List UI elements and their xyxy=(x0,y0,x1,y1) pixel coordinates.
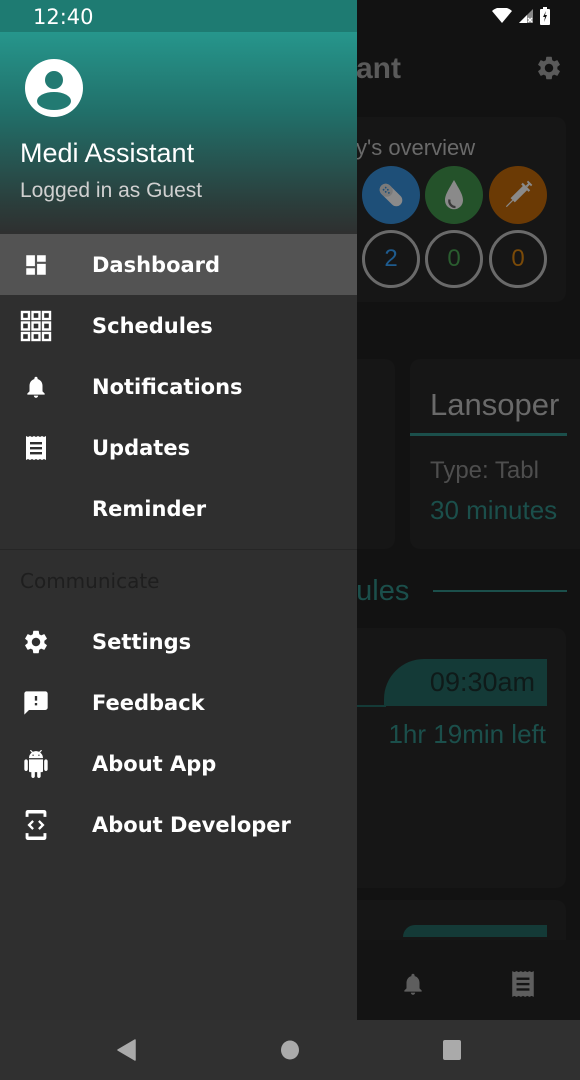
nav-item-reminder[interactable]: Reminder xyxy=(0,478,357,539)
drop-icon[interactable] xyxy=(425,166,483,224)
android-icon xyxy=(20,748,52,780)
navigation-drawer: Medi Assistant Logged in as Guest Dashbo… xyxy=(0,0,357,1020)
nav-item-settings[interactable]: Settings xyxy=(0,611,357,672)
system-navigation-bar xyxy=(0,1020,580,1080)
nav-item-label: Dashboard xyxy=(92,252,221,277)
grid-icon xyxy=(20,310,52,342)
medicine-type: Type: Tabl xyxy=(430,457,539,484)
clock: 12:40 xyxy=(33,5,94,29)
schedule-underline xyxy=(356,705,386,707)
bell-icon[interactable] xyxy=(400,970,426,1003)
schedule-remaining: 1hr 19min left xyxy=(388,719,546,749)
receipt-icon[interactable] xyxy=(510,970,536,1003)
battery-charging-icon xyxy=(540,7,550,25)
nav-item-label: Reminder xyxy=(92,496,207,521)
login-status: Logged in as Guest xyxy=(20,179,203,202)
nav-item-dashboard[interactable]: Dashboard xyxy=(0,234,357,295)
syringe-icon[interactable] xyxy=(489,166,547,224)
nav-item-label: Settings xyxy=(92,629,192,654)
bell-icon xyxy=(20,371,52,403)
schedule-time-badge: 09:30am xyxy=(384,659,547,706)
status-bar: 12:40 xyxy=(0,0,580,32)
nav-item-label: About Developer xyxy=(92,812,291,837)
gear-icon[interactable] xyxy=(535,54,563,87)
drawer-divider xyxy=(0,549,357,550)
nav-item-schedules[interactable]: Schedules xyxy=(0,295,357,356)
syringe-count: 0 xyxy=(489,230,547,288)
back-icon[interactable] xyxy=(116,1038,138,1067)
nav-item-label: Feedback xyxy=(92,690,205,715)
overview-label: y's overview xyxy=(356,135,476,160)
dashboard-icon xyxy=(20,249,52,281)
section-title-communicate: Communicate xyxy=(20,569,160,593)
home-icon[interactable] xyxy=(280,1038,300,1067)
medicine-time: 30 minutes xyxy=(430,495,558,525)
wifi-icon xyxy=(492,8,512,24)
pill-icon[interactable] xyxy=(362,166,420,224)
status-icons xyxy=(492,7,550,25)
recents-icon[interactable] xyxy=(441,1038,463,1067)
screen: ant y's overview 2 0 0 Lansoper Type: Ta… xyxy=(0,0,580,1080)
medicine-name: Lansoper xyxy=(430,387,560,422)
nav-item-label: Schedules xyxy=(92,313,213,338)
app-name: Medi Assistant xyxy=(20,138,195,168)
drawer-header: Medi Assistant Logged in as Guest xyxy=(0,32,357,235)
nav-item-updates[interactable]: Updates xyxy=(0,417,357,478)
account-circle-icon[interactable] xyxy=(25,59,83,117)
schedule-time-badge xyxy=(403,925,547,937)
cell-signal-no-service-icon xyxy=(518,8,534,24)
feedback-icon xyxy=(20,687,52,719)
developer-mode-icon xyxy=(20,809,52,841)
nav-item-notifications[interactable]: Notifications xyxy=(0,356,357,417)
gear-icon xyxy=(20,626,52,658)
nav-item-feedback[interactable]: Feedback xyxy=(0,672,357,733)
pill-count: 2 xyxy=(362,230,420,288)
receipt-icon xyxy=(20,432,52,464)
nav-item-label: About App xyxy=(92,751,217,776)
nav-item-about-developer[interactable]: About Developer xyxy=(0,794,357,855)
nav-item-label: Notifications xyxy=(92,374,243,399)
medicine-divider xyxy=(410,433,567,436)
drop-count: 0 xyxy=(425,230,483,288)
schedule-time: 09:30am xyxy=(429,667,535,697)
nav-item-label: Updates xyxy=(92,435,191,460)
schedules-divider xyxy=(433,590,567,592)
nav-item-about-app[interactable]: About App xyxy=(0,733,357,794)
medicine-card[interactable]: Lansoper Type: Tabl 30 minutes xyxy=(410,359,580,549)
app-title: ant xyxy=(356,52,401,85)
